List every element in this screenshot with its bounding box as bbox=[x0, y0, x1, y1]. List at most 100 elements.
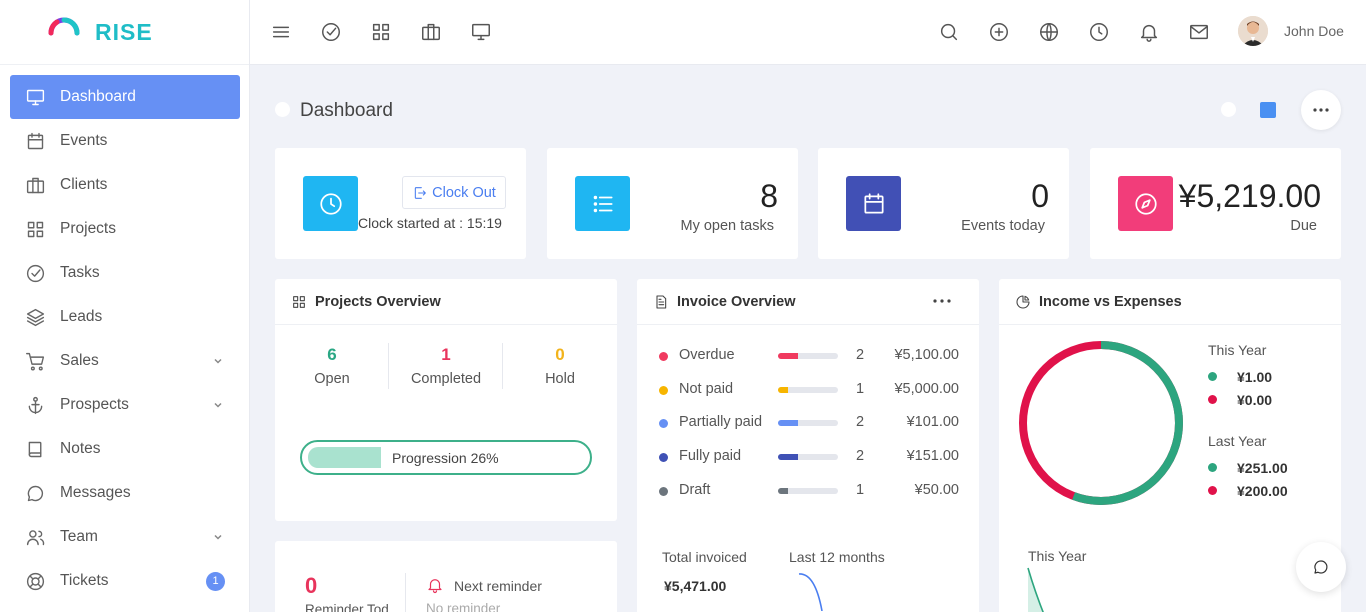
invoice-row-draft[interactable]: Draft 1 ¥50.00 bbox=[659, 481, 959, 501]
invoice-status-count: 2 bbox=[856, 347, 865, 363]
invoice-status-bar bbox=[778, 420, 838, 426]
topbar-dashboard-button[interactable] bbox=[470, 21, 492, 43]
briefcase-icon bbox=[26, 177, 45, 193]
search-button[interactable] bbox=[938, 21, 960, 43]
progress-fill bbox=[308, 447, 381, 468]
cart-icon bbox=[26, 352, 45, 371]
due-amount: ¥5,219.00 bbox=[1178, 178, 1321, 214]
menu-icon bbox=[272, 26, 290, 38]
sidebar-item-dashboard[interactable]: Dashboard bbox=[10, 75, 240, 119]
compass-icon bbox=[1134, 192, 1157, 215]
sidebar-item-label: Leads bbox=[60, 308, 103, 325]
projects-open[interactable]: 6 Open bbox=[275, 345, 389, 387]
sidebar-item-tickets[interactable]: Tickets 1 bbox=[10, 559, 240, 603]
sidebar-item-label: Messages bbox=[60, 484, 131, 501]
invoice-status-amount: ¥50.00 bbox=[914, 482, 959, 498]
chat-fab-button[interactable] bbox=[1296, 542, 1346, 592]
status-dot bbox=[659, 419, 668, 428]
chart-this-year-label: This Year bbox=[1028, 548, 1087, 564]
invoice-trend-line bbox=[798, 573, 823, 611]
invoice-status-bar-fill bbox=[778, 387, 788, 393]
clock-card-icon bbox=[303, 176, 358, 231]
language-button[interactable] bbox=[1038, 21, 1060, 43]
clock-out-button[interactable]: Clock Out bbox=[402, 176, 506, 209]
rise-logo-icon bbox=[48, 17, 80, 43]
open-tasks-label: My open tasks bbox=[680, 218, 775, 234]
sidebar-item-sales[interactable]: Sales bbox=[10, 339, 240, 383]
invoice-status-count: 1 bbox=[856, 381, 865, 397]
sidebar-item-messages[interactable]: Messages bbox=[10, 471, 240, 515]
income-dot bbox=[1208, 372, 1217, 381]
menu-toggle-button[interactable] bbox=[270, 21, 292, 43]
events-today-count: 0 bbox=[1031, 178, 1049, 214]
sidebar-item-projects[interactable]: Projects bbox=[10, 207, 240, 251]
invoice-more-button[interactable] bbox=[933, 299, 951, 303]
notifications-button[interactable] bbox=[1138, 21, 1160, 43]
sidebar-item-team[interactable]: Team bbox=[10, 515, 240, 559]
income-expenses-card: Income vs Expenses This Year ¥1.00 ¥0.00… bbox=[999, 279, 1341, 612]
sidebar-item-leads[interactable]: Leads bbox=[10, 295, 240, 339]
sidebar: RISE Dashboard Events Clients Projects T… bbox=[0, 0, 250, 612]
invoice-status-bar-fill bbox=[778, 420, 798, 426]
topbar-clients-button[interactable] bbox=[420, 21, 442, 43]
invoice-row-overdue[interactable]: Overdue 2 ¥5,100.00 bbox=[659, 346, 959, 366]
projects-overview-title-text: Projects Overview bbox=[315, 293, 441, 310]
sidebar-item-notes[interactable]: Notes bbox=[10, 427, 240, 471]
clock-started-text: Clock started at : 15:19 bbox=[358, 215, 502, 231]
projects-overview-title: Projects Overview bbox=[291, 279, 441, 324]
sidebar-item-label: Notes bbox=[60, 440, 101, 457]
quick-add-button[interactable] bbox=[988, 21, 1010, 43]
invoice-status-amount: ¥5,100.00 bbox=[894, 347, 959, 363]
timer-button[interactable] bbox=[1088, 21, 1110, 43]
events-today-icon-box bbox=[846, 176, 901, 231]
next-reminder-label: Next reminder bbox=[454, 578, 542, 594]
period-label: Last 12 months bbox=[789, 549, 885, 565]
page-header: Dashboard bbox=[275, 90, 1341, 130]
invoice-row-partially-paid[interactable]: Partially paid 2 ¥101.00 bbox=[659, 413, 959, 433]
user-name[interactable]: John Doe bbox=[1284, 23, 1344, 39]
open-tasks-card[interactable]: 8 My open tasks bbox=[547, 148, 798, 259]
more-options-button[interactable] bbox=[1301, 90, 1341, 130]
header-dot-2[interactable] bbox=[1221, 102, 1236, 117]
this-year-label: This Year bbox=[1208, 342, 1267, 358]
briefcase-icon bbox=[422, 23, 440, 41]
invoice-row-not-paid[interactable]: Not paid 1 ¥5,000.00 bbox=[659, 380, 959, 400]
page-title: Dashboard bbox=[300, 100, 393, 121]
status-dot bbox=[659, 352, 668, 361]
users-icon bbox=[26, 529, 45, 545]
sidebar-item-label: Prospects bbox=[60, 396, 129, 413]
search-icon bbox=[940, 23, 958, 41]
invoice-row-fully-paid[interactable]: Fully paid 2 ¥151.00 bbox=[659, 447, 959, 467]
file-text-icon bbox=[656, 294, 667, 309]
projects-hold[interactable]: 0 Hold bbox=[503, 345, 617, 387]
sidebar-item-label: Team bbox=[60, 528, 98, 545]
sidebar-item-clients[interactable]: Clients bbox=[10, 163, 240, 207]
sidebar-item-tasks[interactable]: Tasks bbox=[10, 251, 240, 295]
color-picker-button[interactable] bbox=[1260, 102, 1276, 118]
sidebar-item-label: Sales bbox=[60, 352, 99, 369]
income-expenses-title: Income vs Expenses bbox=[1015, 279, 1182, 324]
invoice-status-name: Draft bbox=[679, 482, 711, 498]
last-year-expense: ¥200.00 bbox=[1237, 483, 1288, 499]
sidebar-item-events[interactable]: Events bbox=[10, 119, 240, 163]
sidebar-item-prospects[interactable]: Prospects bbox=[10, 383, 240, 427]
brand-name: RISE bbox=[95, 18, 153, 45]
topbar-tasks-button[interactable] bbox=[320, 21, 342, 43]
clock-card: Clock Out Clock started at : 15:19 bbox=[275, 148, 526, 259]
due-card[interactable]: ¥5,219.00 Due bbox=[1090, 148, 1341, 259]
avatar[interactable] bbox=[1238, 16, 1268, 46]
invoice-status-count: 1 bbox=[856, 482, 865, 498]
messages-button[interactable] bbox=[1188, 21, 1210, 43]
topbar-projects-button[interactable] bbox=[370, 21, 392, 43]
projects-completed[interactable]: 1 Completed bbox=[389, 345, 503, 387]
invoice-status-bar bbox=[778, 387, 838, 393]
anchor-icon bbox=[28, 396, 43, 414]
events-today-card[interactable]: 0 Events today bbox=[818, 148, 1069, 259]
invoice-status-count: 2 bbox=[856, 414, 865, 430]
more-horizontal-icon bbox=[1313, 108, 1329, 112]
brand[interactable]: RISE bbox=[0, 0, 249, 65]
expense-dot bbox=[1208, 486, 1217, 495]
next-reminder-value: No reminder bbox=[426, 601, 501, 612]
invoice-status-name: Overdue bbox=[679, 347, 735, 363]
divider bbox=[999, 324, 1341, 325]
